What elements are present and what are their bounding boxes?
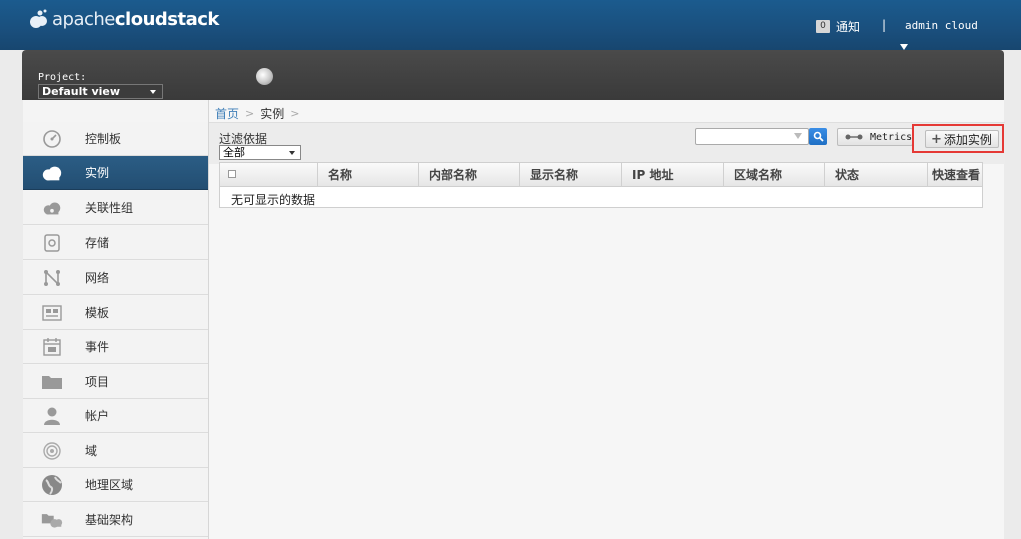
calendar-icon bbox=[41, 337, 63, 357]
sidebar: 控制板 实例 关联性组 存储 网络 模板 事件 项目 帐户 域 地理区域 基础架… bbox=[23, 100, 208, 539]
cloudstack-logo-icon bbox=[28, 8, 50, 30]
empty-table-message: 无可显示的数据 bbox=[231, 193, 316, 207]
column-header-zone-name[interactable]: 区域名称 bbox=[723, 163, 824, 187]
metrics-label: Metrics bbox=[870, 131, 913, 143]
search-input[interactable] bbox=[695, 128, 809, 145]
list-toolbar: 过滤依据 全部 Metrics + 添加实例 bbox=[209, 122, 1005, 164]
column-header-display-name[interactable]: 显示名称 bbox=[519, 163, 621, 187]
search-icon bbox=[813, 131, 824, 142]
notifications-label: 通知 bbox=[836, 20, 861, 34]
sidebar-item-storage[interactable]: 存储 bbox=[23, 226, 208, 260]
sidebar-item-label: 关联性组 bbox=[85, 201, 134, 215]
sidebar-item-domains[interactable]: 域 bbox=[23, 434, 208, 468]
sidebar-item-accounts[interactable]: 帐户 bbox=[23, 399, 208, 433]
header-separator: | bbox=[882, 18, 887, 32]
sidebar-item-projects[interactable]: 项目 bbox=[23, 365, 208, 399]
plus-icon: + bbox=[931, 131, 942, 147]
sidebar-item-label: 地理区域 bbox=[85, 478, 134, 492]
sidebar-item-regions[interactable]: 地理区域 bbox=[23, 468, 208, 502]
metrics-icon bbox=[845, 133, 863, 141]
select-all-column bbox=[220, 163, 317, 187]
top-header: apachecloudstack 0 通知 | admin cloud bbox=[0, 0, 1021, 50]
breadcrumb-chevron-right-icon: > bbox=[245, 107, 255, 120]
user-icon bbox=[41, 406, 63, 426]
sidebar-item-label: 实例 bbox=[85, 166, 110, 180]
dashboard-icon bbox=[41, 129, 63, 149]
sidebar-item-affinity-groups[interactable]: 关联性组 bbox=[23, 191, 208, 225]
column-header-quick-view[interactable]: 快速查看 bbox=[927, 163, 982, 187]
filter-selected-value: 全部 bbox=[223, 146, 245, 159]
sidebar-item-label: 域 bbox=[85, 444, 98, 458]
notification-count-badge: 0 bbox=[816, 20, 830, 33]
sidebar-item-label: 项目 bbox=[85, 375, 110, 389]
project-label: Project: bbox=[38, 72, 87, 83]
sidebar-item-label: 基础架构 bbox=[85, 513, 134, 527]
search-button[interactable] bbox=[809, 128, 827, 145]
project-selected-value: Default view bbox=[42, 85, 121, 98]
logo-text-light: apache bbox=[52, 8, 115, 30]
breadcrumb-home-link[interactable]: 首页 bbox=[215, 105, 239, 122]
globe-icon bbox=[41, 474, 63, 495]
template-icon bbox=[41, 303, 63, 323]
user-menu[interactable]: admin cloud bbox=[905, 19, 978, 32]
chevron-down-icon bbox=[150, 90, 156, 94]
sidebar-item-label: 控制板 bbox=[85, 132, 122, 146]
sidebar-item-templates[interactable]: 模板 bbox=[23, 296, 208, 330]
breadcrumb-current: 实例 bbox=[260, 107, 285, 121]
filter-select[interactable]: 全部 bbox=[219, 145, 301, 160]
chevron-down-icon bbox=[289, 151, 295, 155]
logo-text: apachecloudstack bbox=[52, 9, 219, 30]
metrics-button[interactable]: Metrics bbox=[837, 128, 913, 146]
breadcrumb-chevron-right-icon: > bbox=[290, 107, 300, 120]
sidebar-item-label: 模板 bbox=[85, 306, 110, 320]
sidebar-item-label: 网络 bbox=[85, 271, 110, 285]
infrastructure-icon bbox=[41, 510, 63, 530]
domain-icon bbox=[41, 441, 63, 461]
sidebar-item-infrastructure[interactable]: 基础架构 bbox=[23, 503, 208, 537]
search-dropdown-icon[interactable] bbox=[794, 133, 802, 139]
column-header-internal-name[interactable]: 内部名称 bbox=[418, 163, 519, 187]
affinity-icon bbox=[41, 198, 63, 218]
project-select[interactable]: Default view bbox=[38, 84, 163, 99]
notifications-button[interactable]: 0 通知 bbox=[816, 18, 860, 35]
sidebar-item-events[interactable]: 事件 bbox=[23, 330, 208, 364]
column-header-ip-address[interactable]: IP 地址 bbox=[621, 163, 723, 187]
column-header-state[interactable]: 状态 bbox=[824, 163, 927, 187]
add-instance-highlight: + 添加实例 bbox=[912, 124, 1004, 153]
network-icon bbox=[41, 268, 63, 288]
globe-icon[interactable] bbox=[256, 68, 273, 85]
sidebar-item-label: 事件 bbox=[85, 340, 110, 354]
cloud-icon bbox=[41, 163, 63, 183]
sidebar-item-network[interactable]: 网络 bbox=[23, 261, 208, 295]
cloudstack-logo[interactable]: apachecloudstack bbox=[28, 8, 219, 30]
project-bar: Project: Default view bbox=[22, 50, 1004, 100]
sidebar-item-instances[interactable]: 实例 bbox=[23, 156, 208, 190]
folder-icon bbox=[41, 372, 63, 392]
select-all-checkbox[interactable] bbox=[228, 170, 236, 178]
sidebar-item-label: 存储 bbox=[85, 236, 110, 250]
logo-text-bold: cloudstack bbox=[114, 8, 220, 30]
breadcrumb: 首页 > 实例 > bbox=[215, 105, 305, 122]
table-header: 名称 内部名称 显示名称 IP 地址 区域名称 状态 快速查看 bbox=[220, 163, 982, 187]
storage-icon bbox=[41, 233, 63, 253]
add-instance-button[interactable]: + 添加实例 bbox=[925, 130, 999, 148]
add-instance-label: 添加实例 bbox=[943, 132, 992, 147]
sidebar-item-label: 帐户 bbox=[85, 409, 110, 423]
column-header-name[interactable]: 名称 bbox=[317, 163, 418, 187]
sidebar-item-dashboard[interactable]: 控制板 bbox=[23, 122, 208, 156]
instances-table: 名称 内部名称 显示名称 IP 地址 区域名称 状态 快速查看 无可显示的数据 bbox=[219, 162, 983, 208]
main-panel: 首页 > 实例 > 过滤依据 全部 Metrics + 添加实例 名称 内部名称… bbox=[208, 100, 1005, 539]
